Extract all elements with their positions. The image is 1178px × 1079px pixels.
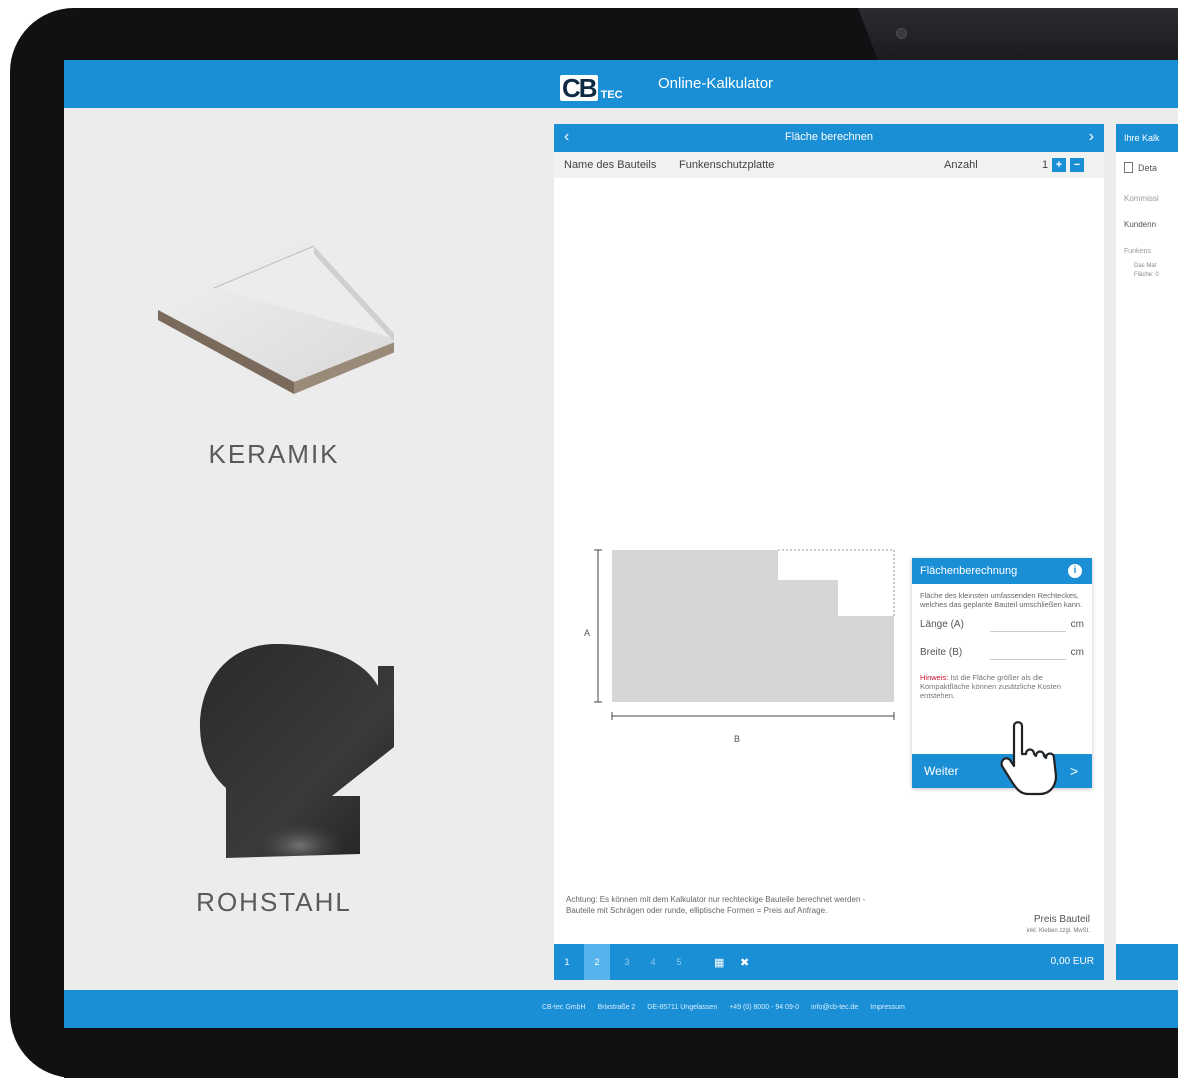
step-1[interactable]: 1 [554,944,580,980]
commission-field[interactable]: Kommissi [1116,186,1178,212]
footer-street: Brixstraße 2 [597,1004,636,1011]
width-field[interactable]: Breite (B) cm [920,641,1084,665]
area-hint: Hinweis: Ist die Fläche größer als die K… [912,665,1092,700]
footer-phone[interactable]: +49 (0) 8000 - 94 09-0 [729,1004,799,1011]
width-unit: cm [1070,647,1084,658]
document-icon [1124,162,1133,173]
hand-cursor-icon [1000,721,1058,796]
summary-title: Ihre Kalk [1116,124,1178,152]
length-label: Länge (A) [920,619,964,630]
quantity-plus-button[interactable]: + [1052,158,1066,172]
part-name-label: Name des Bauteils [564,159,657,171]
logo-mark: CB [560,73,598,103]
calculator-title: Fläche berechnen [784,131,874,143]
footer-city: DE-85711 Ungelassen [647,1004,718,1011]
top-bar: CB TEC Online-Kalkulator [64,60,1178,108]
footer-imprint-link[interactable]: Impressum [870,1004,905,1011]
product-label-keramik: KERAMIK [208,439,340,469]
details-label: Deta [1138,163,1158,173]
part-name-value[interactable]: Funkenschutzplatte [679,159,774,171]
part-info-bar: Name des Bauteils Funkenschutzplatte Anz… [554,152,1104,178]
quantity-minus-button[interactable]: − [1070,158,1084,172]
logo[interactable]: CB TEC [560,71,623,101]
total-price: 0,00 EUR [1050,956,1094,967]
app-title: Online-Kalkulator [658,75,774,92]
footer-company: CB-tec GmbH [542,1004,586,1011]
width-input[interactable] [990,659,1066,660]
calculator-header: ‹ Fläche berechnen › [554,124,1104,152]
step-4[interactable]: 4 [640,944,666,980]
price-sub-label: inkl. Kleben zzgl. MwSt. [1026,928,1090,934]
step-5[interactable]: 5 [666,944,692,980]
summary-detail-1: Das Mat [1134,263,1157,269]
area-box-header: Flächenberechnung i [912,558,1092,584]
step-2[interactable]: 2 [584,944,610,980]
footer-links: CB-tec GmbH Brixstraße 2 DE-85711 Ungela… [542,1004,905,1011]
customer-field[interactable]: Kundenn [1116,212,1178,238]
quantity-label: Anzahl [944,159,978,171]
price-label: Preis Bauteil [1033,914,1090,925]
calculator-panel: ‹ Fläche berechnen › Name des Bauteils F… [554,124,1104,980]
chevron-right-icon[interactable]: › [1089,128,1094,146]
steel-plate-image [200,644,408,858]
hint-prefix: Hinweis: [920,673,949,682]
length-field[interactable]: Länge (A) cm [920,613,1084,637]
quantity-value[interactable]: 1 [1042,159,1048,171]
info-icon[interactable]: i [1068,564,1082,578]
footer-email[interactable]: info@cb-tec.de [811,1004,858,1011]
shape-drawing-area: A B Flächenberechnung i Fläche des klein… [554,178,1104,888]
camera-icon [896,28,907,39]
dimension-label-b: B [734,734,741,744]
length-unit: cm [1070,619,1084,630]
step-navigation-bar: 1 2 3 4 5 ▦ ✖ 0,00 EUR [554,944,1104,980]
details-toggle[interactable]: Deta [1116,158,1178,184]
close-icon[interactable]: ✖ [740,956,749,969]
step-3[interactable]: 3 [614,944,640,980]
summary-panel: Ihre Kalk Deta Kommissi Kundenn Funkens … [1116,124,1178,980]
chevron-right-icon: > [1069,763,1078,779]
logo-text: TEC [600,89,623,101]
grid-icon[interactable]: ▦ [714,956,724,969]
length-input[interactable] [990,631,1066,632]
app-screen: CB TEC Online-Kalkulator KERAMIK ROHSTAH… [64,60,1178,1028]
footer: CB-tec GmbH Brixstraße 2 DE-85711 Ungela… [64,990,1178,1028]
tablet-bottom-bezel [64,1028,1178,1078]
shape-drawing [594,549,895,720]
summary-bottom-bar [1116,944,1178,980]
summary-item[interactable]: Funkens [1116,244,1178,262]
product-keramik[interactable]: KERAMIK [154,240,400,470]
area-box-title: Flächenberechnung [920,565,1018,577]
calculator-footnote: Achtung: Es können mit dem Kalkulator nu… [566,895,866,915]
ceramic-plate-image [158,240,400,394]
summary-detail-2: Fläche: 0 [1134,272,1159,278]
product-label-rohstahl: ROHSTAHL [196,887,352,917]
product-rohstahl[interactable]: ROHSTAHL [154,644,408,918]
width-label: Breite (B) [920,647,963,658]
next-button-label: Weiter [924,764,959,778]
area-description: Fläche des kleinsten umfassenden Rechtec… [920,591,1083,609]
dimension-label-a: A [584,628,591,638]
